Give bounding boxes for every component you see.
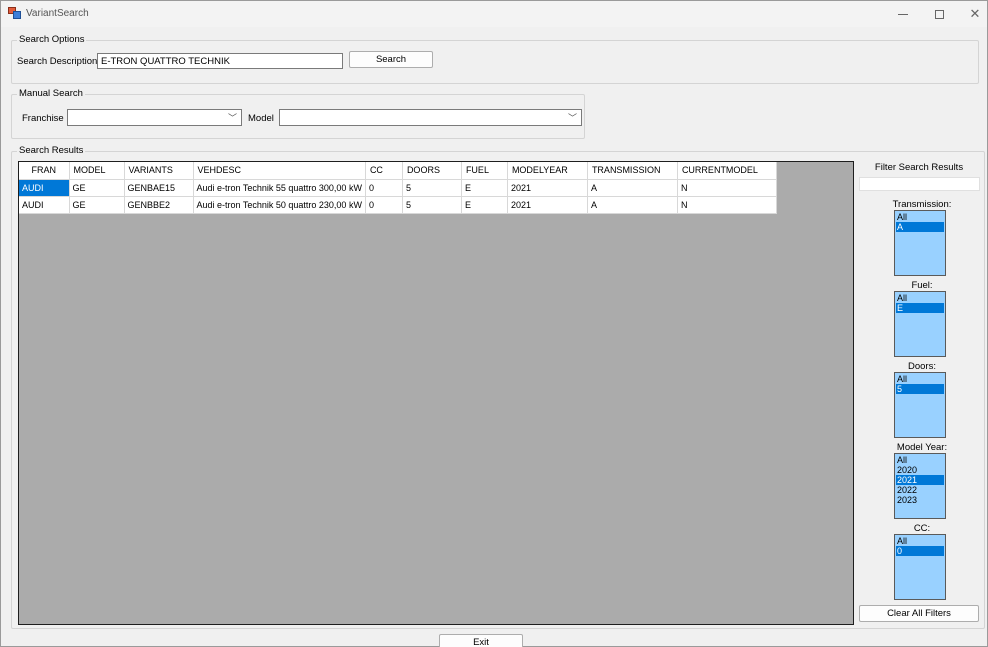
table-cell[interactable]: E <box>461 179 508 197</box>
list-option-selected[interactable]: 2021 <box>896 475 944 485</box>
results-grid[interactable]: FRAN MODEL VARIANTS VEHDESC CC DOORS FUE… <box>18 161 854 625</box>
table-cell[interactable]: 5 <box>402 179 462 197</box>
model-year-listbox[interactable]: All 2020 2021 2022 2023 <box>894 453 946 519</box>
table-header-row: FRAN MODEL VARIANTS VEHDESC CC DOORS FUE… <box>19 162 777 180</box>
model-dropdown[interactable]: ﹀ <box>279 109 582 126</box>
search-description-label: Search Description <box>17 56 98 67</box>
doors-label: Doors: <box>908 361 936 372</box>
table-cell[interactable]: GE <box>69 179 125 197</box>
list-option[interactable]: 2023 <box>896 495 944 505</box>
column-header-doors[interactable]: DOORS <box>402 162 462 180</box>
exit-button[interactable]: Exit <box>439 634 523 647</box>
column-header-vehdesc[interactable]: VEHDESC <box>193 162 366 180</box>
table-cell[interactable]: GENBAE15 <box>124 179 194 197</box>
table-cell[interactable]: Audi e-tron Technik 55 quattro 300,00 kW <box>193 179 366 197</box>
close-button[interactable]: ✕ <box>957 1 988 27</box>
results-table: FRAN MODEL VARIANTS VEHDESC CC DOORS FUE… <box>19 162 777 214</box>
chevron-down-icon: ﹀ <box>227 113 237 123</box>
table-cell[interactable]: 0 <box>365 196 403 214</box>
table-cell[interactable]: GENBBE2 <box>124 196 194 214</box>
model-year-label: Model Year: <box>896 442 948 453</box>
table-cell[interactable]: 5 <box>402 196 462 214</box>
chevron-down-icon: ﹀ <box>567 113 577 123</box>
filter-title: Filter Search Results <box>874 162 964 173</box>
search-results-label: Search Results <box>17 145 86 156</box>
search-description-input[interactable] <box>97 53 343 69</box>
list-option-selected[interactable]: 5 <box>896 384 944 394</box>
list-option[interactable]: All <box>896 374 944 384</box>
column-header-modelyear[interactable]: MODELYEAR <box>507 162 588 180</box>
list-option-selected[interactable]: E <box>896 303 944 313</box>
manual-search-label: Manual Search <box>17 88 85 99</box>
model-label: Model <box>248 113 274 124</box>
table-cell[interactable]: 2021 <box>507 196 588 214</box>
doors-listbox[interactable]: All 5 <box>894 372 946 438</box>
main-window: VariantSearch ✕ Search Options Search De… <box>0 0 988 647</box>
list-option[interactable]: 2022 <box>896 485 944 495</box>
maximize-icon <box>934 9 944 19</box>
column-header-cc[interactable]: CC <box>365 162 403 180</box>
franchise-dropdown[interactable]: ﹀ <box>67 109 242 126</box>
list-option[interactable]: All <box>896 536 944 546</box>
cc-listbox[interactable]: All 0 <box>894 534 946 600</box>
minimize-icon <box>898 13 908 15</box>
list-option[interactable]: All <box>896 293 944 303</box>
table-cell[interactable]: A <box>587 179 678 197</box>
fuel-listbox[interactable]: All E <box>894 291 946 357</box>
list-option[interactable]: All <box>896 455 944 465</box>
column-header-fran[interactable]: FRAN <box>19 162 70 180</box>
maximize-button[interactable] <box>921 1 957 27</box>
column-header-currentmodel[interactable]: CURRENTMODEL <box>677 162 777 180</box>
column-header-variants[interactable]: VARIANTS <box>124 162 194 180</box>
minimize-button[interactable] <box>885 1 921 27</box>
table-cell[interactable]: AUDI <box>19 196 70 214</box>
search-options-label: Search Options <box>17 34 87 45</box>
list-option[interactable]: All <box>896 212 944 222</box>
table-cell[interactable]: Audi e-tron Technik 50 quattro 230,00 kW <box>193 196 366 214</box>
column-header-model[interactable]: MODEL <box>69 162 125 180</box>
column-header-transmission[interactable]: TRANSMISSION <box>587 162 678 180</box>
table-cell[interactable]: E <box>461 196 508 214</box>
table-cell[interactable]: N <box>677 196 777 214</box>
franchise-label: Franchise <box>22 113 64 124</box>
search-button[interactable]: Search <box>349 51 433 68</box>
table-cell[interactable]: 2021 <box>507 179 588 197</box>
table-row[interactable]: AUDI GE GENBAE15 Audi e-tron Technik 55 … <box>19 179 777 197</box>
transmission-label: Transmission: <box>892 199 952 210</box>
list-option-selected[interactable]: 0 <box>896 546 944 556</box>
window-title: VariantSearch <box>26 8 89 19</box>
list-option[interactable]: 2020 <box>896 465 944 475</box>
table-cell[interactable]: GE <box>69 196 125 214</box>
table-row[interactable]: AUDI GE GENBBE2 Audi e-tron Technik 50 q… <box>19 196 777 214</box>
list-option-selected[interactable]: A <box>896 222 944 232</box>
clear-all-filters-button[interactable]: Clear All Filters <box>859 605 979 622</box>
transmission-listbox[interactable]: All A <box>894 210 946 276</box>
table-cell[interactable]: N <box>677 179 777 197</box>
column-header-fuel[interactable]: FUEL <box>461 162 508 180</box>
table-cell[interactable]: 0 <box>365 179 403 197</box>
filter-input[interactable] <box>859 177 980 191</box>
cc-label: CC: <box>913 523 931 534</box>
title-bar: VariantSearch ✕ <box>1 1 987 27</box>
table-cell[interactable]: AUDI <box>19 179 70 197</box>
table-cell[interactable]: A <box>587 196 678 214</box>
close-icon: ✕ <box>969 6 981 21</box>
app-icon <box>8 7 21 19</box>
fuel-label: Fuel: <box>911 280 933 291</box>
